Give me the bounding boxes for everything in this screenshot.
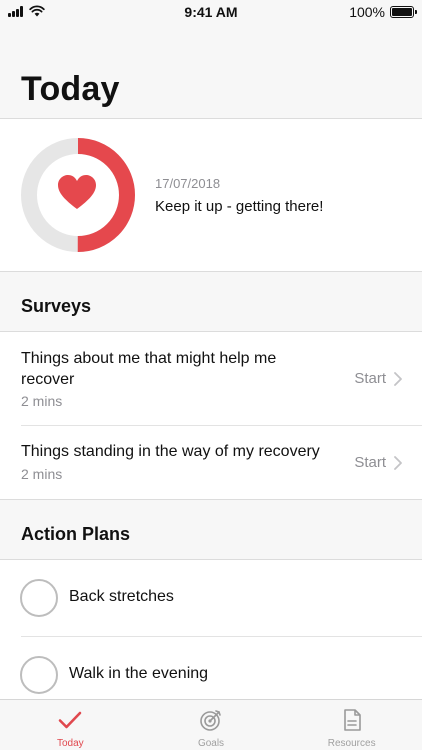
start-label: Start bbox=[354, 454, 386, 471]
tab-bar: Today Goals Resources bbox=[0, 699, 422, 750]
progress-card[interactable]: 17/07/2018 Keep it up - getting there! bbox=[0, 119, 422, 272]
tab-resources[interactable]: Resources bbox=[281, 700, 422, 750]
battery-cap bbox=[415, 10, 417, 14]
status-right: 100% bbox=[349, 4, 417, 20]
target-icon bbox=[200, 710, 221, 731]
action-plan-row[interactable]: Back stretches bbox=[0, 560, 422, 637]
battery-icon bbox=[390, 6, 417, 18]
tab-label: Goals bbox=[197, 738, 225, 749]
progress-date: 17/07/2018 bbox=[155, 176, 221, 191]
action-plans-title: Action Plans bbox=[21, 524, 131, 544]
status-bar: 9:41 AM 100% bbox=[0, 0, 422, 24]
survey-title: Things about me that might help me recov… bbox=[21, 350, 277, 388]
survey-duration: 2 mins bbox=[21, 393, 63, 409]
checkmark-icon bbox=[59, 711, 82, 729]
battery-fill bbox=[392, 8, 412, 16]
tab-today[interactable]: Today bbox=[0, 700, 141, 750]
battery-percent: 100% bbox=[349, 4, 385, 20]
tab-label: Resources bbox=[327, 738, 376, 749]
tab-goals[interactable]: Goals bbox=[141, 700, 282, 750]
heart-icon bbox=[58, 175, 96, 209]
survey-start-button[interactable]: Start bbox=[354, 454, 402, 471]
page-header: Today bbox=[0, 24, 422, 119]
surveys-section-header: Surveys bbox=[0, 272, 422, 332]
chevron-right-icon bbox=[394, 371, 402, 386]
survey-start-button[interactable]: Start bbox=[354, 370, 402, 387]
checkbox-circle[interactable] bbox=[20, 579, 58, 617]
action-plan-label: Walk in the evening bbox=[69, 665, 209, 682]
survey-row[interactable]: Things standing in the way of my recover… bbox=[0, 426, 422, 500]
document-icon bbox=[343, 709, 361, 731]
survey-row[interactable]: Things about me that might help me recov… bbox=[0, 332, 422, 426]
surveys-title: Surveys bbox=[21, 296, 92, 316]
action-plan-label: Back stretches bbox=[69, 588, 174, 605]
survey-duration: 2 mins bbox=[21, 466, 63, 482]
survey-title: Things standing in the way of my recover… bbox=[21, 443, 320, 460]
start-label: Start bbox=[354, 370, 386, 387]
tab-label: Today bbox=[56, 738, 84, 749]
page-title: Today bbox=[21, 70, 120, 108]
progress-message: Keep it up - getting there! bbox=[155, 198, 324, 215]
chevron-right-icon bbox=[394, 455, 402, 470]
action-plans-section-header: Action Plans bbox=[0, 500, 422, 560]
checkbox-circle[interactable] bbox=[20, 656, 58, 694]
